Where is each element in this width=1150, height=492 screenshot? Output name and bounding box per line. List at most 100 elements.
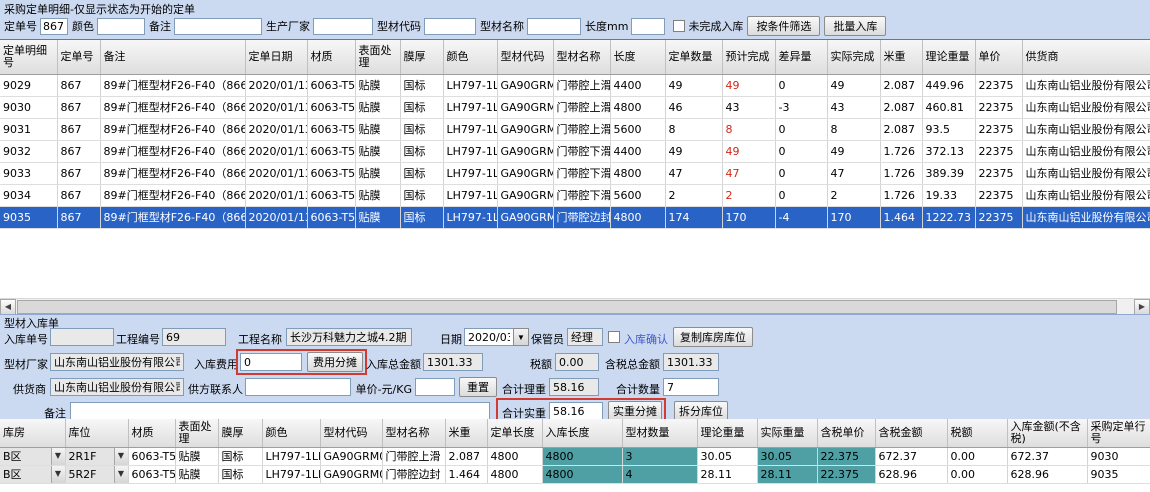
column-header[interactable]: 定单号 [57,40,100,74]
table-row[interactable]: 903386789#门框型材F26-F40（866*867）2020/01/13… [0,162,1150,184]
table-cell: 867 [57,74,100,96]
remark-filter-input[interactable] [174,18,262,35]
column-header[interactable]: 材质 [128,419,175,447]
dropdown-arrow-icon[interactable]: ▼ [114,448,128,465]
profile-code-filter-input[interactable] [424,18,476,35]
table-cell: 89#门框型材F26-F40（866*867） [100,74,245,96]
column-header[interactable]: 理论重量 [922,40,975,74]
table-cell: 贴膜 [355,206,400,228]
column-header[interactable]: 型材名称 [553,40,610,74]
column-header[interactable]: 颜色 [262,419,320,447]
table-row[interactable]: 903286789#门框型材F26-F40（866*867）2020/01/13… [0,140,1150,162]
column-header[interactable]: 采购定单行号 [1087,419,1150,447]
project-no-field[interactable] [162,328,226,346]
scrollbar-thumb[interactable] [17,300,1117,314]
theory-weight-field[interactable] [549,378,599,396]
column-header[interactable]: 预计完成 [722,40,775,74]
total-qty-field[interactable] [663,378,719,396]
color-filter-input[interactable] [97,18,145,35]
scroll-left-arrow-icon[interactable]: ◀ [0,299,16,315]
dropdown-arrow-icon[interactable]: ▼ [51,448,65,465]
column-header[interactable]: 入库金额(不含税) [1007,419,1087,447]
dropdown-arrow-icon[interactable]: ▼ [51,466,65,483]
column-header[interactable]: 米重 [880,40,922,74]
table-cell: 89#门框型材F26-F40（866*867） [100,118,245,140]
column-header[interactable]: 定单数量 [665,40,722,74]
filter-by-condition-button[interactable]: 按条件筛选 [747,16,820,36]
column-header[interactable]: 供货商 [1022,40,1150,74]
column-header[interactable]: 型材代码 [497,40,553,74]
fee-share-button[interactable]: 费用分摊 [307,352,363,372]
column-header[interactable]: 实际完成 [827,40,880,74]
column-header[interactable]: 表面处理 [355,40,400,74]
order-no-filter-input[interactable] [40,18,68,35]
weight-share-button[interactable]: 实重分摊 [608,401,662,421]
table-row[interactable]: 903586789#门框型材F26-F40（866*867）2020/01/13… [0,206,1150,228]
supplier-contact-field[interactable] [245,378,351,396]
table-row[interactable]: B区▼5R2F▼6063-T5贴膜国标LH797-1LL0GA90GRM05门带… [0,465,1150,483]
tax-total-field[interactable] [663,353,719,371]
table-cell: 9035 [1087,465,1150,483]
table-row[interactable]: 903186789#门框型材F26-F40（866*867）2020/01/13… [0,118,1150,140]
supplier-field[interactable] [50,378,184,396]
column-header[interactable]: 定单日期 [245,40,307,74]
actual-weight-field[interactable] [549,402,603,420]
split-location-button[interactable]: 拆分库位 [674,401,728,421]
dropdown-arrow-icon[interactable]: ▼ [114,466,128,483]
column-header[interactable]: 表面处理 [175,419,218,447]
column-header[interactable]: 型材代码 [320,419,382,447]
column-header[interactable]: 含税单价 [817,419,875,447]
table-row[interactable]: 903086789#门框型材F26-F40（866*867）2020/01/13… [0,96,1150,118]
column-header[interactable]: 实际重量 [757,419,817,447]
table-cell: 0 [775,184,827,206]
table-cell: 国标 [400,140,443,162]
scroll-right-arrow-icon[interactable]: ▶ [1134,299,1150,315]
remark-field[interactable] [70,402,490,420]
table-cell: 22375 [975,206,1022,228]
inbound-no-field[interactable] [50,328,114,346]
inbound-fee-field[interactable] [240,353,302,371]
total-amount-field[interactable] [423,353,483,371]
reset-button[interactable]: 重置 [459,377,497,397]
column-header[interactable]: 含税金额 [875,419,947,447]
manufacturer-filter-input[interactable] [313,18,373,35]
unit-price-field[interactable] [415,378,455,396]
length-filter-input[interactable] [631,18,665,35]
table-cell: 门带腔边封 [553,206,610,228]
profile-name-filter-input[interactable] [527,18,581,35]
column-header[interactable]: 膜厚 [218,419,262,447]
inbound-confirm-checkbox[interactable] [608,331,620,343]
horizontal-scrollbar[interactable]: ◀ ▶ [0,298,1150,314]
column-header[interactable]: 库房 [0,419,65,447]
column-header[interactable]: 膜厚 [400,40,443,74]
column-header[interactable]: 入库长度 [542,419,622,447]
batch-inbound-button[interactable]: 批量入库 [824,16,886,36]
column-header[interactable]: 单价 [975,40,1022,74]
column-header[interactable]: 差异量 [775,40,827,74]
date-field[interactable] [464,328,514,346]
copy-warehouse-location-button[interactable]: 复制库房库位 [673,327,753,347]
column-header[interactable]: 税额 [947,419,1007,447]
column-header[interactable]: 型材名称 [382,419,445,447]
project-no-label: 工程编号 [116,331,158,347]
table-row[interactable]: 903486789#门框型材F26-F40（866*867）2020/01/13… [0,184,1150,206]
unfinished-checkbox[interactable] [673,20,685,32]
column-header[interactable]: 库位 [65,419,128,447]
column-header[interactable]: 理论重量 [697,419,757,447]
factory-field[interactable] [50,353,184,371]
column-header[interactable]: 备注 [100,40,245,74]
tax-field[interactable] [555,353,599,371]
keeper-field[interactable] [567,328,603,346]
column-header[interactable]: 型材数量 [622,419,697,447]
column-header[interactable]: 定单明细号 [0,40,57,74]
column-header[interactable]: 长度 [610,40,665,74]
column-header[interactable]: 颜色 [443,40,497,74]
column-header[interactable]: 定单长度 [487,419,542,447]
table-row[interactable]: 902986789#门框型材F26-F40（866*867）2020/01/13… [0,74,1150,96]
calendar-dropdown-button[interactable]: ▼ [513,328,529,346]
table-row[interactable]: B区▼2R1F▼6063-T5贴膜国标LH797-1LL0GA90GRM03门带… [0,447,1150,465]
column-header[interactable]: 米重 [445,419,487,447]
project-name-field[interactable] [286,328,412,346]
column-header[interactable]: 材质 [307,40,355,74]
table-cell: 4800 [487,447,542,465]
